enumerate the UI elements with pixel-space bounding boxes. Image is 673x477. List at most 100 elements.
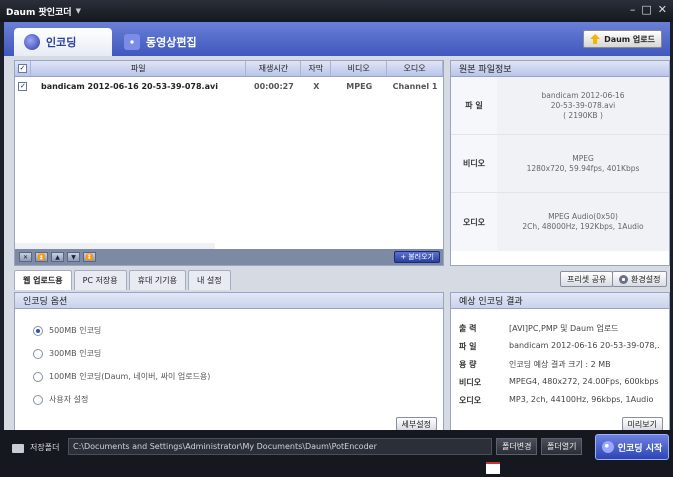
preview-button[interactable]: 미리보기 xyxy=(621,417,663,431)
radio-icon[interactable] xyxy=(33,394,43,405)
result-row-output: 출 력 [AVI]PC,PMP 및 Daum 업로드 xyxy=(459,323,659,334)
result-row-file: 파 일 bandicam 2012-06-16 20-53-39-078,... xyxy=(459,341,659,352)
result-key: 비디오 xyxy=(459,378,482,387)
preset-share-button[interactable]: 프리셋 공유 xyxy=(560,271,614,287)
tab-video-edit-label: 동영상편집 xyxy=(146,36,197,49)
col-video[interactable]: 비디오 xyxy=(331,61,388,76)
radio-icon[interactable] xyxy=(33,348,43,359)
gear-icon xyxy=(619,274,628,284)
option-custom[interactable]: 사용자 설정 xyxy=(33,394,88,405)
row-audio: Channel 1 xyxy=(392,81,438,91)
result-key: 파 일 xyxy=(459,342,477,351)
open-folder-button[interactable]: 폴더열기 xyxy=(541,438,583,455)
info-file-line: ( 2190KB ) xyxy=(563,110,603,120)
encode-icon xyxy=(601,441,614,453)
result-value: [AVI]PC,PMP 및 Daum 업로드 xyxy=(509,324,619,333)
window-title: Daum 팟인코더 xyxy=(6,7,72,18)
menu-caret-icon[interactable]: ▼ xyxy=(76,7,81,15)
save-path-field[interactable]: C:\Documents and Settings\Administrator\… xyxy=(68,438,492,455)
info-audio-line: 2Ch, 48000Hz, 192Kbps, 1Audio xyxy=(522,222,644,231)
row-video: MPEG xyxy=(346,81,373,91)
preset-tabs: 웹 업로드용 PC 저장용 휴대 기기용 내 설정 xyxy=(14,270,231,290)
option-label: 500MB 인코딩 xyxy=(49,326,102,335)
info-video-label: 비디오 xyxy=(451,135,497,192)
file-list: ✓ 파일 재생시간 자막 비디오 오디오 ✓ bandicam 2012-06-… xyxy=(14,60,444,266)
daum-upload-label: Daum 업로드 xyxy=(604,34,655,44)
encoding-options-panel: 인코딩 옵션 500MB 인코딩 300MB 인코딩 100MB 인코딩(Dau… xyxy=(14,292,444,438)
info-file-label: 파 일 xyxy=(451,77,497,134)
start-encoding-label: 인코딩 시작 xyxy=(617,443,663,454)
info-file-line: 20-53-39-078.avi xyxy=(550,100,616,110)
col-audio[interactable]: 오디오 xyxy=(387,61,444,76)
move-bottom-icon[interactable]: ⏬ xyxy=(83,252,96,262)
radio-icon[interactable] xyxy=(33,371,43,382)
tab-encode[interactable]: 인코딩 xyxy=(14,28,112,56)
file-list-toolbar: ✕ ⏫ ▲ ▼ ⏬ + 불러오기 xyxy=(15,249,443,265)
result-value: MP3, 2ch, 44100Hz, 96kbps, 1Audio xyxy=(509,395,654,404)
option-label: 100MB 인코딩(Daum, 네이버, 싸이 업로드용) xyxy=(49,372,211,381)
col-duration[interactable]: 재생시간 xyxy=(246,61,302,76)
result-row-size: 용 량 인코딩 예상 결과 크기 : 2 MB xyxy=(459,359,659,370)
table-row[interactable]: ✓ bandicam 2012-06-16 20-53-39-078.avi 0… xyxy=(15,77,443,95)
add-file-label: 불러오기 xyxy=(408,253,434,261)
option-500mb[interactable]: 500MB 인코딩 xyxy=(33,325,101,336)
info-row-audio: 오디오 MPEG Audio(0x50) 2Ch, 48000Hz, 192Kb… xyxy=(451,193,669,251)
save-folder-label: 저장폴더 xyxy=(30,443,60,452)
info-video-line: 1280x720, 59.94fps, 401Kbps xyxy=(526,163,640,173)
options-title: 인코딩 옵션 xyxy=(15,293,443,309)
result-key: 오디오 xyxy=(459,396,482,405)
maximize-icon[interactable]: □ xyxy=(641,4,651,16)
tab-my-settings[interactable]: 내 설정 xyxy=(187,270,231,290)
radio-selected-icon[interactable] xyxy=(33,325,43,336)
daum-upload-button[interactable]: Daum 업로드 xyxy=(583,30,662,48)
col-file[interactable]: 파일 xyxy=(31,61,247,76)
start-encoding-button[interactable]: 인코딩 시작 xyxy=(595,434,669,460)
col-subtitle[interactable]: 자막 xyxy=(301,61,332,76)
row-file: bandicam 2012-06-16 20-53-39-078.avi xyxy=(40,81,218,91)
option-300mb[interactable]: 300MB 인코딩 xyxy=(33,348,101,359)
expected-result-panel: 예상 인코딩 결과 출 력 [AVI]PC,PMP 및 Daum 업로드 파 일… xyxy=(450,292,670,438)
detail-settings-button[interactable]: 세부설정 xyxy=(395,417,437,431)
plus-icon: + xyxy=(400,253,407,261)
option-label: 사용자 설정 xyxy=(49,395,89,404)
select-all-checkbox[interactable]: ✓ xyxy=(15,61,31,76)
add-file-button[interactable]: + 불러오기 xyxy=(394,251,440,263)
encode-icon xyxy=(24,34,40,50)
minimize-icon[interactable]: – xyxy=(630,4,636,16)
tab-video-edit[interactable]: 동영상편집 xyxy=(114,28,214,56)
settings-button[interactable]: 환경설정 xyxy=(612,271,668,287)
move-down-icon[interactable]: ▼ xyxy=(67,252,80,262)
remove-icon[interactable]: ✕ xyxy=(19,252,32,262)
upload-arrow-icon xyxy=(590,34,601,44)
move-top-icon[interactable]: ⏫ xyxy=(35,252,48,262)
tray-icon xyxy=(486,462,500,474)
result-title: 예상 인코딩 결과 xyxy=(451,293,669,309)
info-row-video: 비디오 MPEG 1280x720, 59.94fps, 401Kbps xyxy=(451,135,669,193)
info-audio-line: MPEG Audio(0x50) xyxy=(548,212,618,221)
move-up-icon[interactable]: ▲ xyxy=(51,252,64,262)
row-duration: 00:00:27 xyxy=(254,81,294,91)
tab-web-upload[interactable]: 웹 업로드용 xyxy=(14,270,72,290)
row-checkbox[interactable]: ✓ xyxy=(15,77,31,95)
result-row-audio: 오디오 MP3, 2ch, 44100Hz, 96kbps, 1Audio xyxy=(459,395,659,406)
result-key: 용 량 xyxy=(459,360,477,369)
source-info-panel: 원본 파일정보 파 일 bandicam 2012-06-16 20-53-39… xyxy=(450,60,670,266)
result-row-video: 비디오 MPEG4, 480x272, 24.00Fps, 600kbps xyxy=(459,377,659,388)
file-list-header: ✓ 파일 재생시간 자막 비디오 오디오 xyxy=(15,61,444,77)
close-icon[interactable]: ✕ xyxy=(658,4,667,16)
result-value: bandicam 2012-06-16 20-53-39-078,... xyxy=(509,341,659,350)
option-label: 300MB 인코딩 xyxy=(49,349,102,358)
info-audio-label: 오디오 xyxy=(451,193,497,251)
main-tab-bar: 인코딩 동영상편집 Daum 업로드 xyxy=(4,22,670,56)
settings-label: 환경설정 xyxy=(631,274,661,284)
info-file-line: bandicam 2012-06-16 xyxy=(541,90,625,100)
title-bar: Daum 팟인코더 ▼ – □ ✕ xyxy=(0,0,673,22)
row-subtitle: X xyxy=(313,81,320,91)
tab-encode-label: 인코딩 xyxy=(46,36,77,49)
change-folder-button[interactable]: 폴더변경 xyxy=(496,438,538,455)
tab-mobile[interactable]: 휴대 기기용 xyxy=(128,270,186,290)
tab-pc-save[interactable]: PC 저장용 xyxy=(73,270,127,290)
option-100mb[interactable]: 100MB 인코딩(Daum, 네이버, 싸이 업로드용) xyxy=(33,371,210,382)
result-value: MPEG4, 480x272, 24.00Fps, 600kbps xyxy=(509,377,659,386)
folder-icon xyxy=(12,444,24,453)
